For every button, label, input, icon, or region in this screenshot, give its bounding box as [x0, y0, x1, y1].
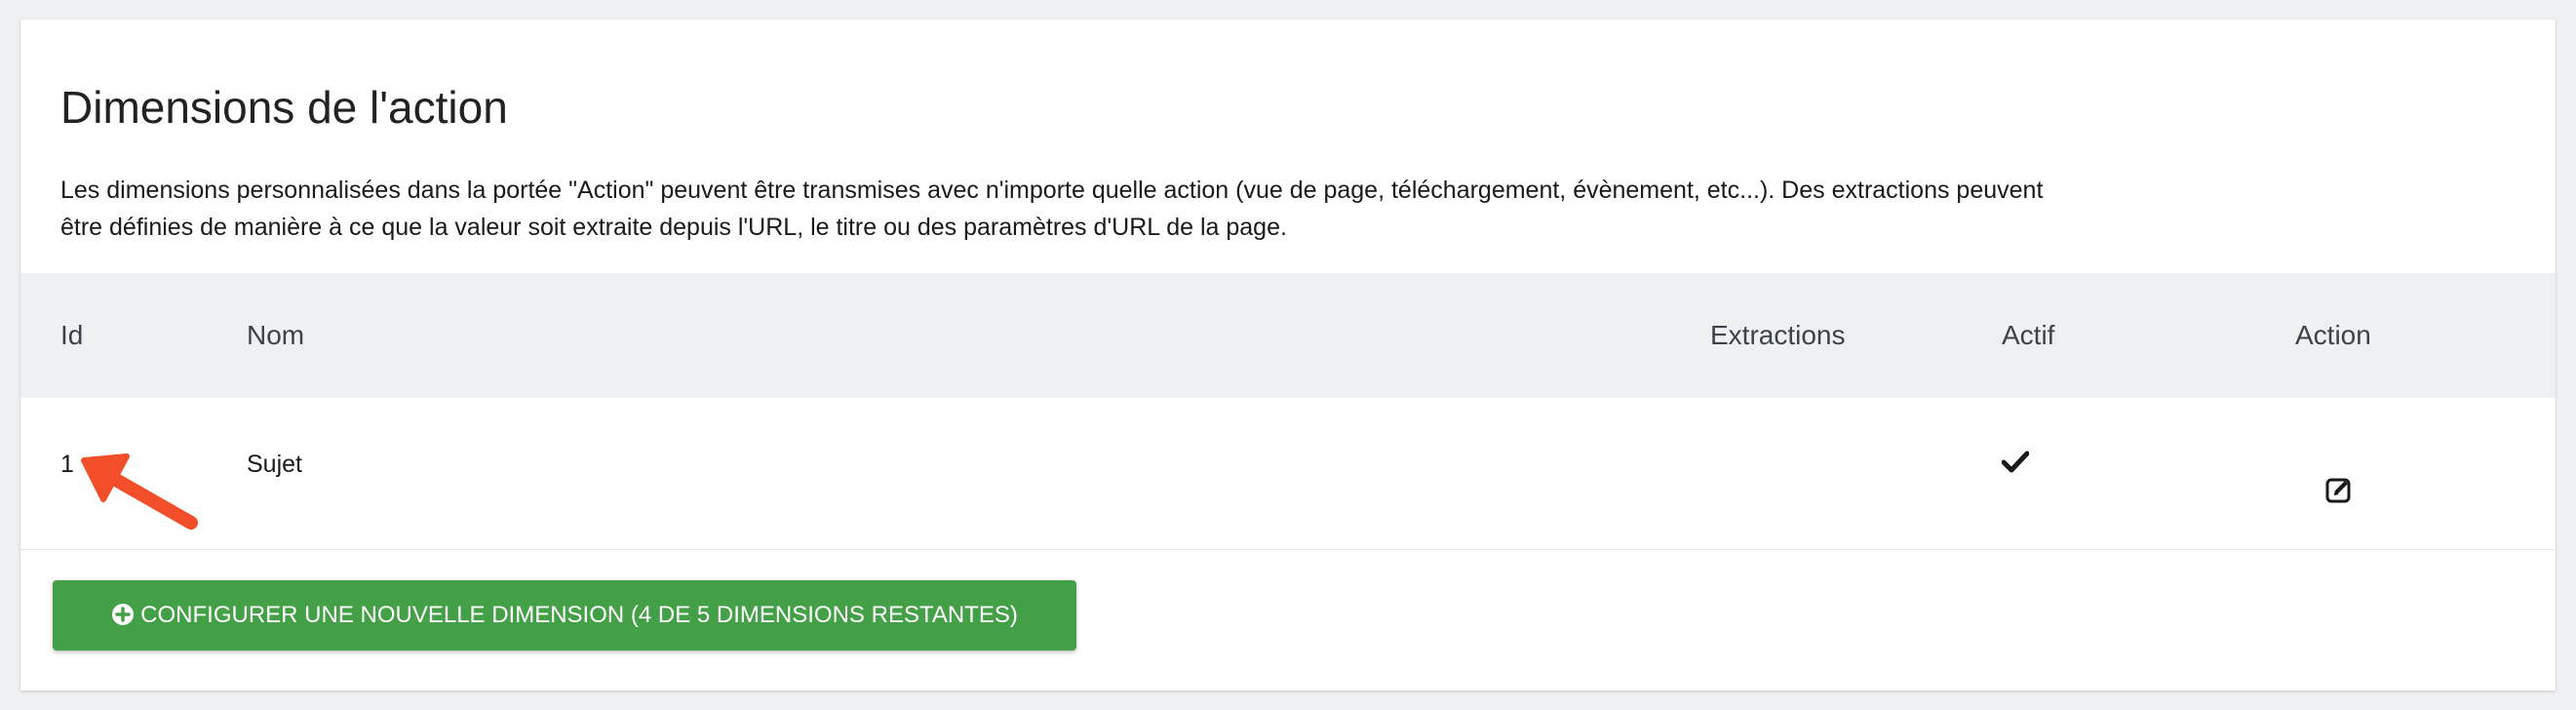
- column-header-id: Id: [60, 320, 84, 350]
- page-title: Dimensions de l'action: [60, 82, 508, 133]
- column-header-active: Actif: [2002, 320, 2055, 350]
- column-header-name: Nom: [247, 320, 305, 350]
- plus-circle-icon: [112, 604, 135, 625]
- edit-icon[interactable]: [2325, 476, 2353, 503]
- check-icon: [2002, 451, 2029, 473]
- row-name: Sujet: [247, 451, 302, 478]
- table-header: Id Nom Extractions Actif Action: [20, 273, 2556, 398]
- row-id: 1: [60, 451, 74, 478]
- section-description: Les dimensions personnalisées dans la po…: [60, 177, 2044, 241]
- action-dimensions-card: Dimensions de l'action Les dimensions pe…: [20, 20, 2556, 690]
- column-header-extractions: Extractions: [1710, 320, 1846, 350]
- column-header-action: Action: [2295, 320, 2371, 350]
- table-row: 1 Sujet: [20, 398, 2556, 550]
- configure-new-dimension-button[interactable]: CONFIGURER UNE NOUVELLE DIMENSION (4 DE …: [53, 580, 1076, 651]
- configure-new-dimension-label: CONFIGURER UNE NOUVELLE DIMENSION (4 DE …: [140, 602, 1018, 628]
